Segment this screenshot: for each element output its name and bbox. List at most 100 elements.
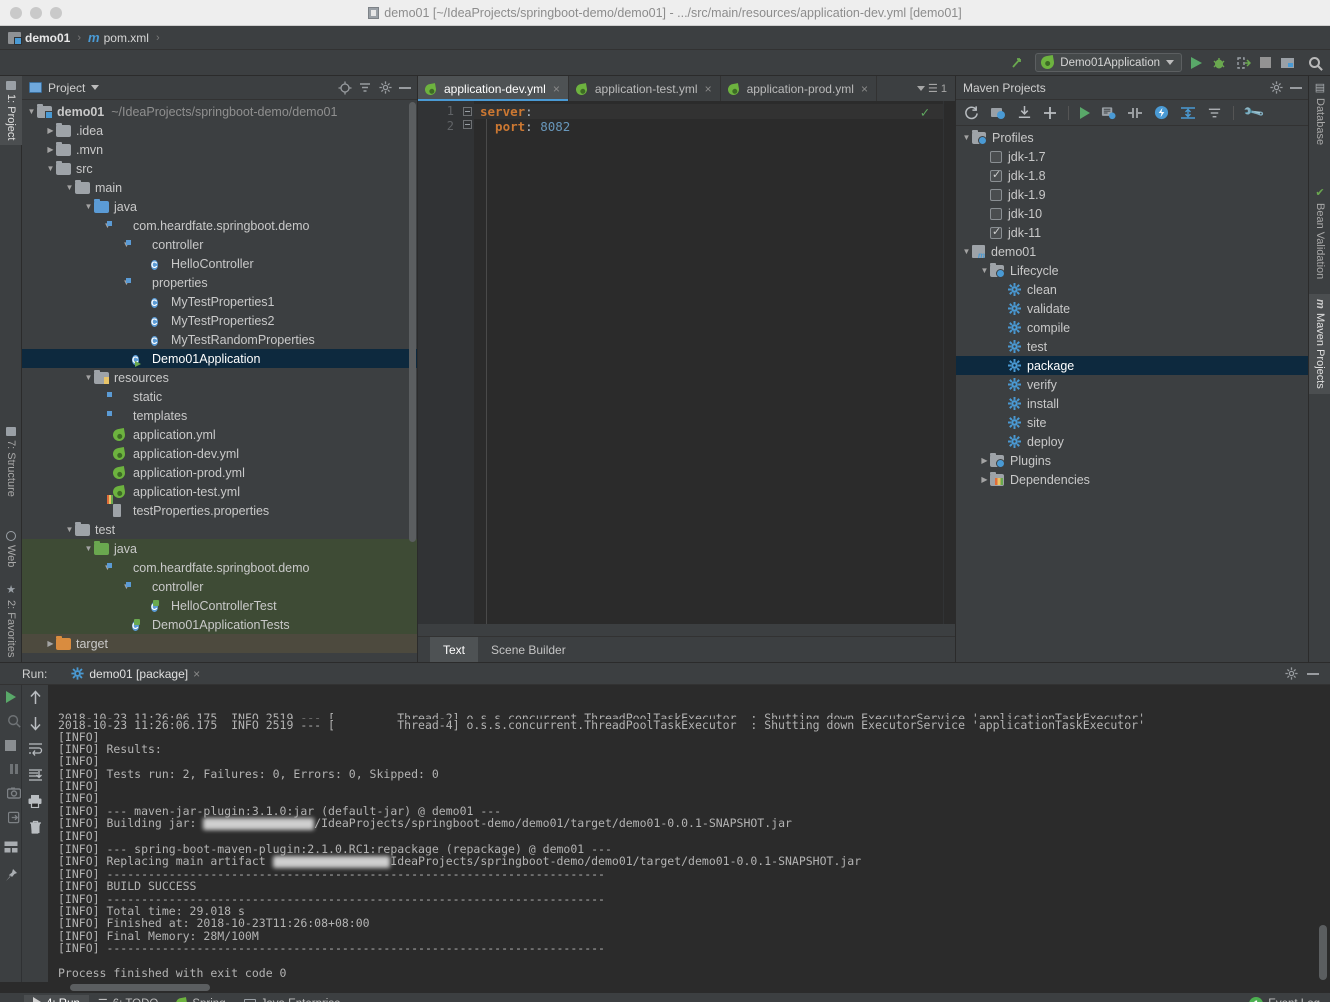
- run-configuration-selector[interactable]: Demo01Application: [1035, 53, 1182, 72]
- project-tree-scrollbar[interactable]: [409, 102, 416, 592]
- pause-icon[interactable]: [6, 761, 22, 777]
- sidebar-tab-maven-projects[interactable]: m Maven Projects: [1309, 294, 1330, 394]
- tree-expand-arrow-icon[interactable]: ▼: [83, 544, 94, 553]
- project-tree-row[interactable]: ▼ java: [22, 197, 417, 216]
- close-tab-icon[interactable]: ×: [861, 82, 868, 96]
- settings-icon[interactable]: [378, 81, 392, 95]
- layout-settings-icon[interactable]: [3, 839, 19, 855]
- project-tree[interactable]: ▼ demo01 ~/IdeaProjects/springboot-demo/de…: [22, 100, 417, 662]
- fold-marker-icon[interactable]: [463, 120, 472, 129]
- bottom-tab-todo[interactable]: ☰ 6: TODO: [89, 995, 167, 1002]
- rerun-failed-tests-icon[interactable]: [6, 713, 22, 729]
- console-output[interactable]: 2018-10-23 11:26:06.175 INFO 2519 --- [ …: [48, 685, 1330, 982]
- tree-expand-arrow-icon[interactable]: ▶: [45, 639, 56, 648]
- project-tree-row[interactable]: application-test.yml: [22, 482, 417, 501]
- debug-button[interactable]: [1211, 56, 1227, 70]
- project-structure-button[interactable]: [1280, 56, 1296, 70]
- navigation-bar[interactable]: demo01 › m pom.xml ›: [0, 26, 1330, 50]
- tree-expand-arrow-icon[interactable]: ▼: [961, 133, 972, 142]
- checkbox-unchecked-icon[interactable]: [990, 188, 1002, 201]
- project-tree-row[interactable]: C HelloControllerTest: [22, 596, 417, 615]
- code-content[interactable]: server: port: 8082 ✓: [474, 101, 943, 624]
- project-tree-row[interactable]: static: [22, 387, 417, 406]
- tab-text[interactable]: Text: [430, 637, 479, 662]
- stop-button[interactable]: [1260, 57, 1271, 68]
- run-with-coverage-button[interactable]: [1236, 56, 1251, 70]
- maven-settings-icon[interactable]: 🔧: [1242, 101, 1265, 124]
- breadcrumb-demo01[interactable]: demo01: [8, 31, 70, 45]
- update-project-icon[interactable]: [1010, 55, 1026, 71]
- settings-icon[interactable]: [1284, 667, 1298, 681]
- fold-marker-icon[interactable]: [463, 107, 472, 116]
- project-tree-row[interactable]: C HelloController: [22, 254, 417, 273]
- bottom-tab-run[interactable]: 4: Run: [24, 994, 89, 1002]
- bottom-tab-spring[interactable]: Spring: [167, 995, 234, 1002]
- maven-tree-row[interactable]: ▼ Profiles: [956, 128, 1308, 147]
- checkbox-checked-icon[interactable]: [990, 225, 1002, 239]
- maven-tree-row[interactable]: clean: [956, 280, 1308, 299]
- maven-tree-row[interactable]: compile: [956, 318, 1308, 337]
- checkbox-checked-icon[interactable]: [990, 168, 1002, 182]
- tab-scene-builder[interactable]: Scene Builder: [478, 637, 579, 662]
- maven-tree-row[interactable]: verify: [956, 375, 1308, 394]
- tree-expand-arrow-icon[interactable]: ▼: [961, 247, 972, 256]
- add-maven-project-icon[interactable]: [1043, 106, 1057, 120]
- project-tree-row[interactable]: ▼ controller: [22, 577, 417, 596]
- sidebar-tab-project[interactable]: 1: Project: [0, 76, 22, 146]
- project-tree-row[interactable]: application.yml: [22, 425, 417, 444]
- project-tree-row[interactable]: ▼ com.heardfate.springboot.demo: [22, 216, 417, 235]
- project-tree-row[interactable]: ▼ test: [22, 520, 417, 539]
- maven-tree-row[interactable]: validate: [956, 299, 1308, 318]
- down-icon[interactable]: [27, 715, 43, 731]
- execute-goal-icon[interactable]: [1101, 106, 1116, 120]
- download-sources-icon[interactable]: [1017, 105, 1032, 120]
- project-tree-row[interactable]: ▶ .mvn: [22, 140, 417, 159]
- project-tree-row[interactable]: C Demo01Application: [22, 349, 417, 368]
- maven-tree-row[interactable]: deploy: [956, 432, 1308, 451]
- project-tree-row[interactable]: C Demo01ApplicationTests: [22, 615, 417, 634]
- maven-tree-row[interactable]: jdk-11: [956, 223, 1308, 242]
- bottom-tab-java-enterprise[interactable]: Java Enterprise: [235, 995, 350, 1002]
- collapse-all-icon[interactable]: [358, 81, 372, 95]
- screenshot-icon[interactable]: [6, 785, 22, 801]
- tree-expand-arrow-icon[interactable]: ▶: [45, 145, 56, 154]
- project-tree-row[interactable]: application-prod.yml: [22, 463, 417, 482]
- generate-sources-icon[interactable]: [990, 106, 1006, 120]
- maven-tree-row[interactable]: test: [956, 337, 1308, 356]
- sidebar-tab-bean-validation[interactable]: ✔ Bean Validation: [1309, 181, 1330, 284]
- tree-expand-arrow-icon[interactable]: ▼: [83, 202, 94, 211]
- stop-icon[interactable]: [3, 737, 19, 753]
- collapse-all-icon[interactable]: [1207, 106, 1222, 120]
- maven-tree-row[interactable]: jdk-1.8: [956, 166, 1308, 185]
- checkbox-unchecked-icon[interactable]: [990, 150, 1002, 163]
- tree-expand-arrow-icon[interactable]: ▼: [979, 266, 990, 275]
- project-tree-row[interactable]: testProperties.properties: [22, 501, 417, 520]
- project-tree-row[interactable]: ▼ java: [22, 539, 417, 558]
- maven-tree-row[interactable]: ▼ demo01: [956, 242, 1308, 261]
- hide-panel-icon[interactable]: [1306, 667, 1320, 681]
- hide-panel-icon[interactable]: [1289, 81, 1303, 95]
- maven-tree-row[interactable]: ▶ Plugins: [956, 451, 1308, 470]
- reimport-icon[interactable]: [964, 105, 979, 120]
- toggle-offline-icon[interactable]: [1154, 105, 1169, 120]
- console-scrollbar[interactable]: [1319, 685, 1327, 982]
- maven-tree-row[interactable]: ▶ Dependencies: [956, 470, 1308, 489]
- tree-expand-arrow-icon[interactable]: ▼: [26, 107, 37, 116]
- clear-all-icon[interactable]: [27, 819, 43, 835]
- project-tree-row[interactable]: ▶ target: [22, 634, 417, 653]
- sidebar-tab-database[interactable]: ▤ Database: [1309, 76, 1330, 150]
- run-button[interactable]: [1191, 56, 1202, 69]
- maven-tree-row[interactable]: site: [956, 413, 1308, 432]
- editor-scrollbar[interactable]: [943, 101, 955, 624]
- tree-expand-arrow-icon[interactable]: ▼: [64, 525, 75, 534]
- project-tree-row[interactable]: application-dev.yml: [22, 444, 417, 463]
- breadcrumb-pom[interactable]: m pom.xml: [88, 30, 149, 45]
- settings-icon[interactable]: [1269, 81, 1283, 95]
- maven-tree-row[interactable]: package: [956, 356, 1308, 375]
- event-log-button[interactable]: 1 Event Log: [1249, 996, 1330, 1002]
- tree-expand-arrow-icon[interactable]: ▶: [979, 456, 990, 465]
- tree-expand-arrow-icon[interactable]: ▶: [45, 126, 56, 135]
- project-tree-row[interactable]: templates: [22, 406, 417, 425]
- project-tree-row[interactable]: ▼ demo01 ~/IdeaProjects/springboot-demo/de…: [22, 102, 417, 121]
- toggle-skip-tests-icon[interactable]: [1127, 106, 1143, 120]
